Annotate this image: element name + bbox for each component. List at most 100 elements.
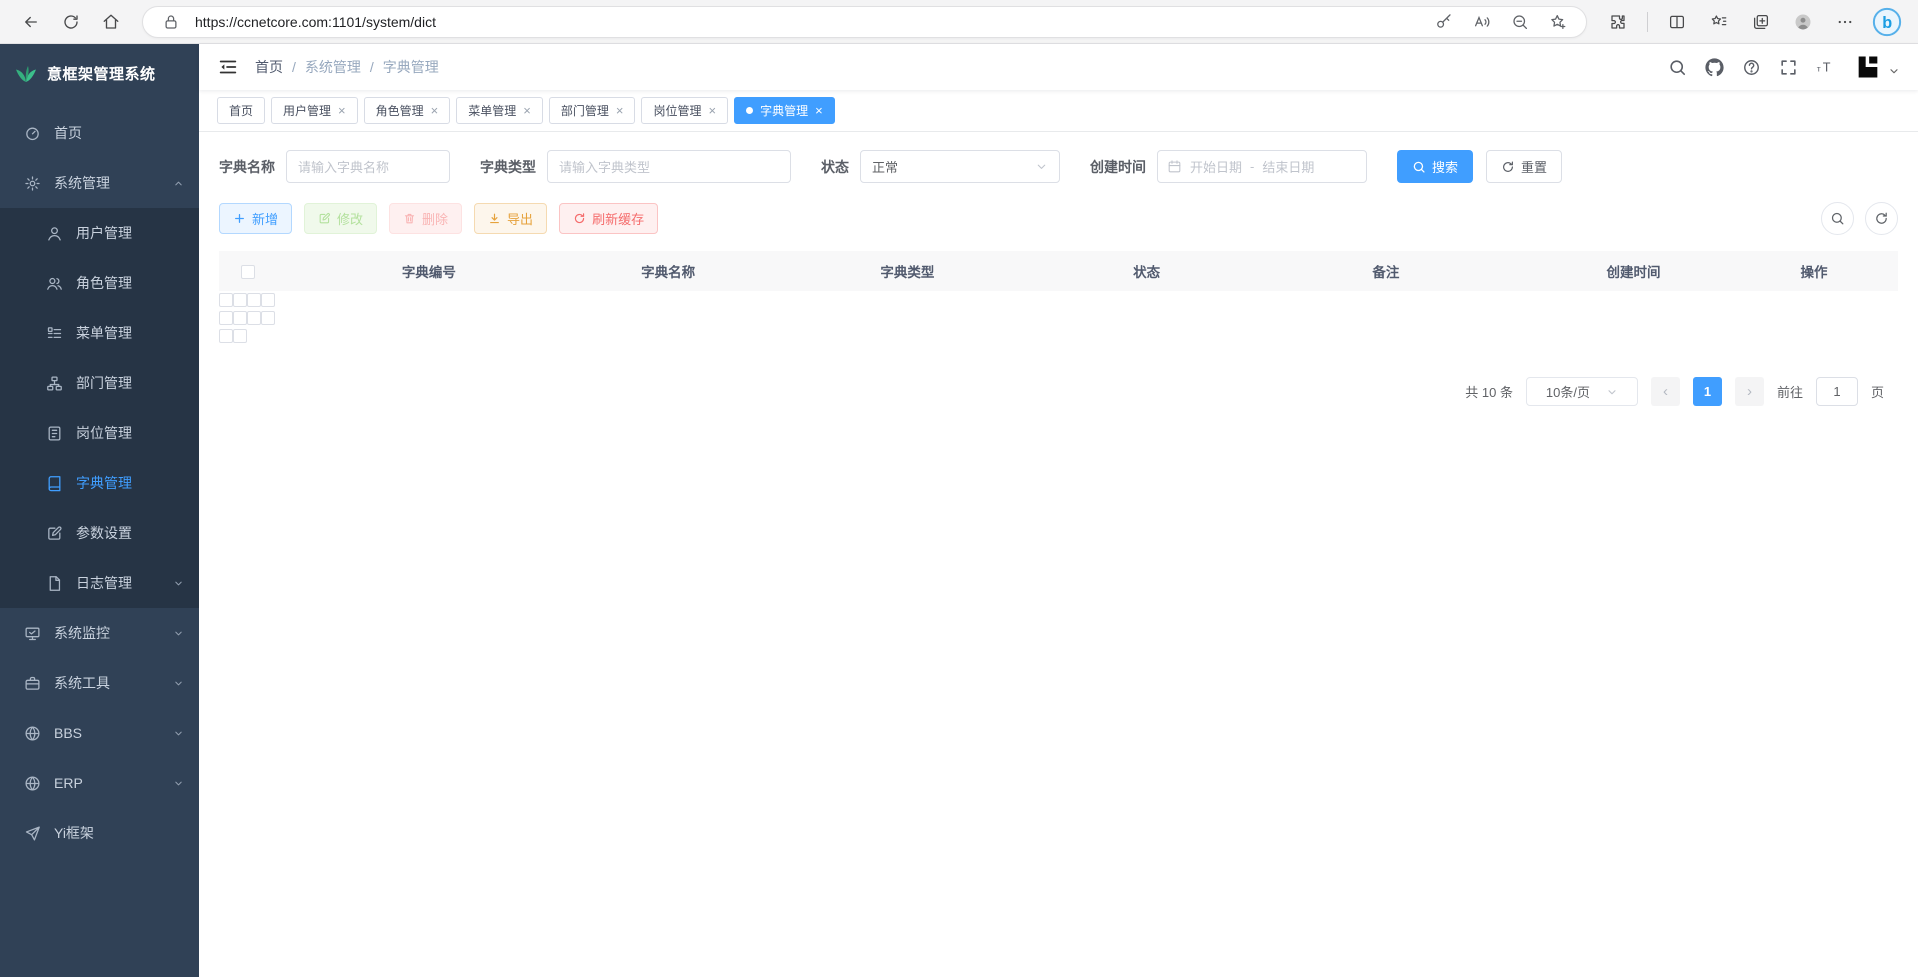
tab-菜单管理[interactable]: 菜单管理× [456,97,543,124]
dict-type-input[interactable]: 请输入字典类型 [547,150,791,183]
dict-name-input[interactable]: 请输入字典名称 [286,150,450,183]
status-label: 状态 [821,157,849,177]
bing-chat-icon[interactable]: b [1870,5,1904,39]
row-checkbox[interactable] [247,311,261,325]
favorite-star-icon[interactable] [1544,8,1572,36]
svg-text:T: T [1823,60,1831,74]
sidebar-item-label: 角色管理 [76,273,132,293]
more-icon[interactable] [1828,5,1862,39]
sidebar-item-tools[interactable]: 系统工具 [0,658,199,708]
tab-label: 岗位管理 [653,102,701,119]
divider [1647,12,1648,32]
reset-button[interactable]: 重置 [1486,150,1562,183]
breadcrumb-home[interactable]: 首页 [255,57,283,77]
row-checkbox[interactable] [219,293,233,307]
row-checkbox[interactable] [233,293,247,307]
edit-button[interactable]: 修改 [304,203,377,234]
chevron-up-icon [172,177,185,190]
gear-icon [24,175,41,192]
search-button[interactable]: 搜索 [1397,150,1473,183]
sidebar-item-log[interactable]: 日志管理 [0,558,199,608]
row-checkbox[interactable] [233,311,247,325]
row-checkbox[interactable] [261,311,275,325]
row-checkbox[interactable] [219,311,233,325]
search-circle-button[interactable] [1821,202,1854,235]
search-icon[interactable] [1668,58,1687,77]
back-icon[interactable] [14,5,48,39]
sidebar-item-user[interactable]: 用户管理 [0,208,199,258]
font-size-icon[interactable]: тT [1816,58,1835,77]
sidebar-item-home[interactable]: 首页 [0,108,199,158]
filter-form: 字典名称 请输入字典名称 字典类型 请输入字典类型 状态 正常 [219,150,1898,183]
split-screen-icon[interactable] [1660,5,1694,39]
home-icon[interactable] [94,5,128,39]
user-menu[interactable] [1853,52,1900,82]
read-aloud-icon[interactable] [1468,8,1496,36]
tab-部门管理[interactable]: 部门管理× [549,97,636,124]
password-key-icon[interactable] [1430,8,1458,36]
sidebar-item-monitor[interactable]: 系统监控 [0,608,199,658]
select-all-checkbox[interactable] [241,265,255,279]
sidebar-item-config[interactable]: 参数设置 [0,508,199,558]
export-button[interactable]: 导出 [474,203,547,234]
lock-icon [157,8,185,36]
sidebar-collapse-icon[interactable] [217,56,239,78]
sidebar-item-erp[interactable]: ERP [0,758,199,808]
reload-icon[interactable] [54,5,88,39]
col-dict-id: 字典编号 [278,251,580,291]
close-icon[interactable]: × [523,104,531,117]
address-bar[interactable]: https://ccnetcore.com:1101/system/dict [142,6,1587,38]
row-checkbox[interactable] [233,329,247,343]
sidebar-item-post[interactable]: 岗位管理 [0,408,199,458]
row-checkbox[interactable] [219,329,233,343]
prev-page-button[interactable]: ‹ [1651,377,1680,406]
close-icon[interactable]: × [338,104,346,117]
extensions-icon[interactable] [1601,5,1635,39]
next-page-button[interactable]: › [1735,377,1764,406]
sidebar-item-role[interactable]: 角色管理 [0,258,199,308]
status-select-value: 正常 [872,157,898,176]
tab-角色管理[interactable]: 角色管理× [364,97,451,124]
sidebar-item-yi[interactable]: Yi框架 [0,808,199,858]
delete-button[interactable]: 删除 [389,203,462,234]
goto-page-input[interactable]: 1 [1816,377,1858,406]
close-icon[interactable]: × [431,104,439,117]
user-avatar[interactable] [1853,52,1883,82]
table-header-row: 字典编号 字典名称 字典类型 状态 备注 创建时间 操作 [219,251,1898,291]
add-button[interactable]: 新增 [219,203,292,234]
sidebar-item-dict[interactable]: 字典管理 [0,458,199,508]
profile-avatar[interactable] [1786,5,1820,39]
tab-首页[interactable]: 首页 [217,97,265,124]
refresh-cache-button[interactable]: 刷新缓存 [559,203,658,234]
github-icon[interactable] [1705,58,1724,77]
col-remark: 备注 [1235,251,1537,291]
row-checkbox[interactable] [261,293,275,307]
table-toolbar: 新增 修改 删除 导出 [219,202,1898,235]
fullscreen-icon[interactable] [1779,58,1798,77]
collections-icon[interactable] [1744,5,1778,39]
dict-name-placeholder: 请输入字典名称 [298,157,389,176]
refresh-circle-button[interactable] [1865,202,1898,235]
chevron-down-icon [172,677,185,690]
breadcrumb-system[interactable]: 系统管理 [305,57,361,77]
date-range-picker[interactable]: 开始日期 - 结束日期 [1157,150,1367,183]
zoom-out-icon[interactable] [1506,8,1534,36]
help-icon[interactable] [1742,58,1761,77]
sidebar-item-bbs[interactable]: BBS [0,708,199,758]
page-1-button[interactable]: 1 [1693,377,1722,406]
close-icon[interactable]: × [616,104,624,117]
tab-用户管理[interactable]: 用户管理× [271,97,358,124]
close-icon[interactable]: × [815,104,823,117]
url-text[interactable]: https://ccnetcore.com:1101/system/dict [195,14,1420,30]
sidebar-item-menu[interactable]: 菜单管理 [0,308,199,358]
status-select[interactable]: 正常 [860,150,1060,183]
tab-岗位管理[interactable]: 岗位管理 × [641,97,728,124]
favorites-bar-icon[interactable] [1702,5,1736,39]
page-size-select[interactable]: 10条/页 [1526,377,1638,406]
sidebar-item-system[interactable]: 系统管理 [0,158,199,208]
row-checkbox[interactable] [247,293,261,307]
sidebar-item-dept[interactable]: 部门管理 [0,358,199,408]
close-icon[interactable]: × [708,104,716,117]
browser-toolbar: https://ccnetcore.com:1101/system/dict b [0,0,1918,44]
tab-字典管理[interactable]: 字典管理× [734,97,835,124]
